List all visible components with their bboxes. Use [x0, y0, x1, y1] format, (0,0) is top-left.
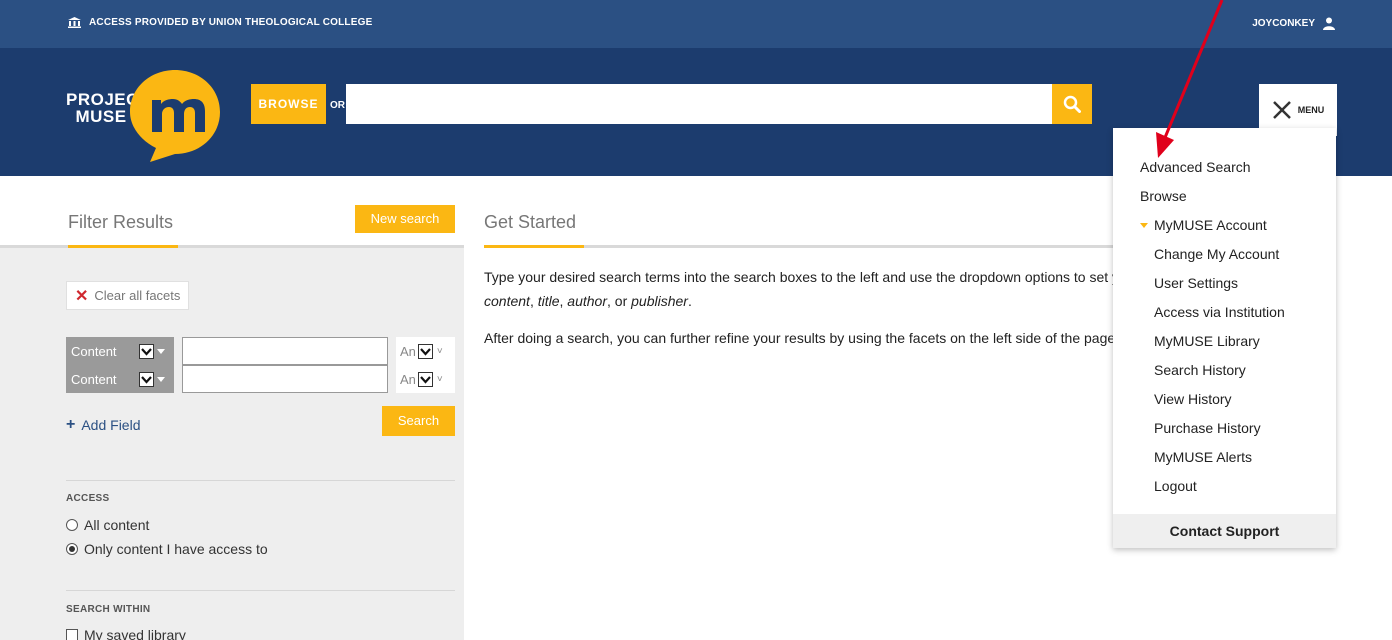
menu-item-purchase-history[interactable]: Purchase History [1154, 420, 1261, 436]
filter-search-button[interactable]: Search [382, 406, 455, 436]
field-type-value: Content [71, 371, 117, 387]
main-menu-dropdown: Advanced Search Browse MyMUSE Account Ch… [1113, 128, 1336, 548]
plus-icon: + [66, 416, 76, 433]
logo-text-project: PROJECT [66, 90, 150, 109]
chevron-down-icon: ˅ [436, 373, 443, 385]
menu-item-mymuse-library[interactable]: MyMUSE Library [1154, 333, 1260, 349]
checkmark-icon [139, 371, 154, 387]
panel-divider [66, 590, 455, 591]
menu-item-browse[interactable]: Browse [1140, 188, 1187, 204]
browse-button[interactable]: BROWSE [251, 84, 326, 124]
menu-item-search-history[interactable]: Search History [1154, 362, 1246, 378]
term-title: title [537, 293, 560, 309]
radio-label: Only content I have access to [84, 541, 268, 557]
institution-text: ACCESS PROVIDED BY UNION THEOLOGICAL COL… [89, 17, 373, 28]
filter-results-title: Filter Results [68, 212, 174, 232]
term-author: author [567, 293, 607, 309]
chevron-down-icon [157, 348, 165, 354]
boolean-select[interactable]: An ˅ [396, 365, 455, 393]
my-saved-library-checkbox[interactable]: My saved library [66, 627, 186, 640]
institution-icon [68, 17, 81, 28]
menu-item-mymuse-alerts[interactable]: MyMUSE Alerts [1154, 449, 1252, 465]
access-only-mine-radio[interactable]: Only content I have access to [66, 541, 268, 557]
menu-item-change-account[interactable]: Change My Account [1154, 246, 1279, 262]
field-type-select[interactable]: Content [66, 337, 174, 365]
menu-item-mymuse-account[interactable]: MyMUSE Account [1140, 217, 1267, 233]
search-icon [1063, 95, 1081, 113]
instructions-line1: Type your desired search terms into the … [484, 269, 1124, 285]
search-term-input[interactable] [182, 337, 388, 365]
checkmark-icon [139, 343, 154, 359]
add-field-link[interactable]: + Add Field [66, 416, 141, 434]
muse-m-icon [130, 70, 220, 162]
menu-item-view-history[interactable]: View History [1154, 391, 1232, 407]
or-label: OR [330, 100, 345, 111]
checkbox-icon [66, 629, 78, 640]
term-publisher: publisher [631, 293, 688, 309]
menu-item-access-via-institution[interactable]: Access via Institution [1154, 304, 1285, 320]
account-label: MyMUSE Account [1154, 217, 1267, 233]
project-muse-logo[interactable]: PROJECT MUSE [66, 68, 220, 163]
access-all-content-radio[interactable]: All content [66, 517, 149, 533]
add-field-label: Add Field [81, 417, 141, 433]
search-term-input[interactable] [182, 365, 388, 393]
clear-x-icon: ✕ [75, 287, 89, 305]
boolean-select[interactable]: An ˅ [396, 337, 455, 365]
term-or: or [614, 293, 628, 309]
new-search-button[interactable]: New search [355, 205, 455, 233]
radio-checked-icon [66, 543, 78, 555]
menu-label: MENU [1297, 105, 1325, 115]
caret-down-icon [1140, 222, 1148, 228]
clear-all-facets-button[interactable]: ✕ Clear all facets [66, 281, 190, 310]
search-within-section-label: SEARCH WITHIN [66, 604, 151, 615]
field-type-select[interactable]: Content [66, 365, 174, 393]
panel-divider [66, 480, 455, 481]
menu-item-user-settings[interactable]: User Settings [1154, 275, 1238, 291]
top-access-bar: ACCESS PROVIDED BY UNION THEOLOGICAL COL… [0, 0, 1392, 48]
username[interactable]: JOYCONKEY [1252, 18, 1315, 29]
contact-support-button[interactable]: Contact Support [1113, 514, 1336, 548]
search-field-row: Content An ˅ [66, 337, 455, 365]
refine-paragraph: After doing a search, you can further re… [484, 330, 1120, 346]
get-started-title: Get Started [484, 212, 577, 232]
boolean-value: An [400, 371, 416, 387]
instructions-paragraph: Type your desired search terms into the … [484, 265, 1124, 313]
checkbox-label: My saved library [84, 627, 186, 640]
main-search-input[interactable] [346, 84, 1052, 124]
menu-item-advanced-search[interactable]: Advanced Search [1140, 159, 1251, 175]
access-section-label: ACCESS [66, 493, 110, 504]
boolean-value: An [400, 343, 416, 359]
field-type-value: Content [71, 343, 117, 359]
user-account-link[interactable]: JOYCONKEY [1252, 17, 1335, 30]
main-underline-accent [484, 245, 584, 248]
checkmark-icon [417, 343, 433, 359]
close-icon [1272, 101, 1291, 119]
menu-item-logout[interactable]: Logout [1154, 478, 1197, 494]
institution-access: ACCESS PROVIDED BY UNION THEOLOGICAL COL… [68, 17, 372, 28]
user-icon[interactable] [1323, 17, 1335, 30]
chevron-down-icon: ˅ [436, 345, 443, 357]
search-field-row: Content An ˅ [66, 365, 455, 393]
main-search-button[interactable] [1052, 84, 1092, 124]
term-content: content [484, 293, 530, 309]
radio-label: All content [84, 517, 150, 533]
chevron-down-icon [157, 376, 165, 382]
clear-facets-label: Clear all facets [94, 288, 181, 303]
logo-text-muse: MUSE [75, 107, 127, 126]
checkmark-icon [417, 371, 433, 387]
radio-unchecked-icon [66, 519, 78, 531]
